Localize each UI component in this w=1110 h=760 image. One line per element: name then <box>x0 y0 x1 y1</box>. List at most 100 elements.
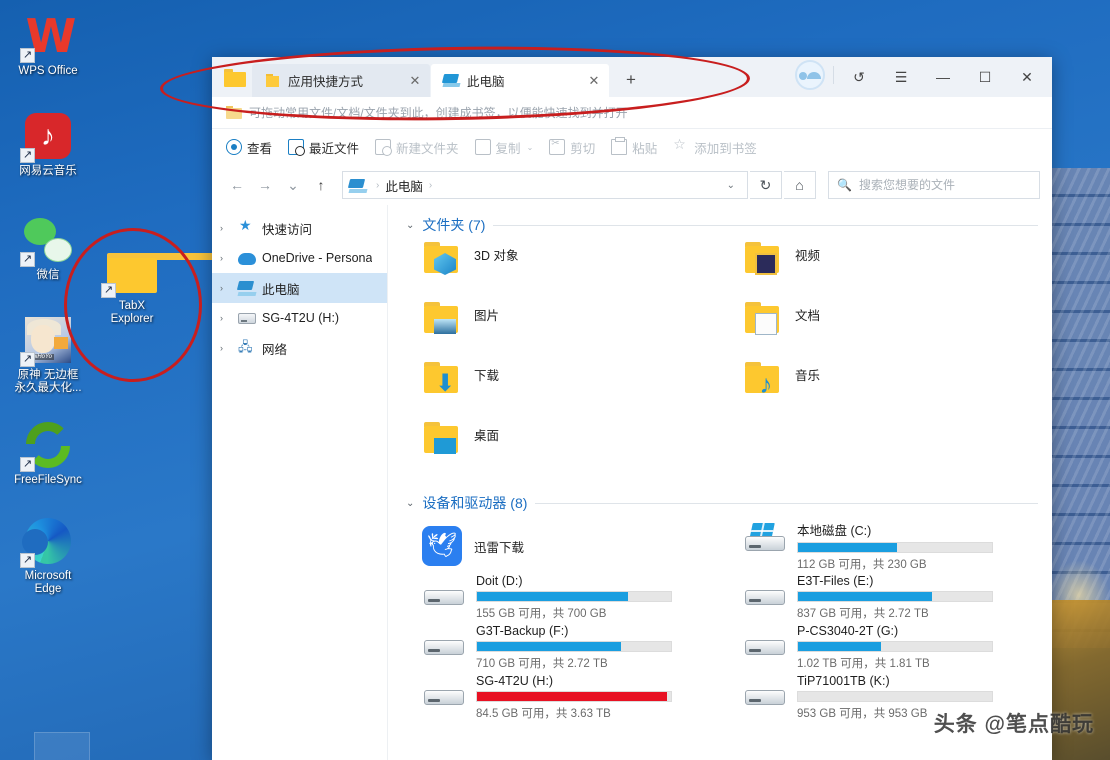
list-item[interactable]: 桌面 <box>406 421 717 481</box>
command-view[interactable]: 查看 <box>226 138 272 157</box>
command-label: 复制 <box>495 141 521 156</box>
desktop-icon-genshin[interactable]: miHoYo 原神 无边框 永久最大化... <box>0 308 96 399</box>
taskbar-peek <box>34 732 90 760</box>
address-dropdown-icon[interactable]: ⌄ <box>721 180 741 191</box>
menu-icon[interactable]: ☰ <box>880 60 922 94</box>
recent-file-icon <box>288 139 306 156</box>
minimize-button[interactable]: — <box>922 60 964 94</box>
sidebar-item-network[interactable]: › 网络 <box>212 333 387 363</box>
desktop-icon-microsoft-edge[interactable]: Microsoft Edge <box>0 509 96 600</box>
thunder-download-icon: 🕊 <box>422 526 462 566</box>
tab-close-icon[interactable]: ✕ <box>585 72 603 90</box>
forward-button[interactable]: → <box>252 172 278 198</box>
tab-this-pc[interactable]: 此电脑 ✕ <box>431 64 609 97</box>
refresh-button[interactable]: ↻ <box>750 171 782 199</box>
desktop-icon-wps-office[interactable]: W WPS Office <box>0 4 96 82</box>
chevron-right-icon[interactable]: › <box>220 313 232 323</box>
chevron-right-icon[interactable]: › <box>220 283 232 293</box>
item-label: 文档 <box>795 309 821 323</box>
account-avatar-icon[interactable] <box>795 60 825 90</box>
group-header-devices[interactable]: ⌄ 设备和驱动器 (8) <box>406 493 1038 513</box>
recent-locations-button[interactable]: ⌄ <box>280 172 306 198</box>
sidebar-item-onedrive[interactable]: › OneDrive - Persona <box>212 243 387 273</box>
list-item[interactable]: 🕊 迅雷下载 <box>406 519 717 573</box>
home-button[interactable]: ⌂ <box>784 171 816 199</box>
back-button[interactable]: ← <box>224 172 250 198</box>
list-item[interactable]: ⬇ 下载 <box>406 361 717 421</box>
tab-label: 此电脑 <box>467 75 505 89</box>
list-item[interactable]: 文档 <box>727 301 1038 361</box>
group-header-folders[interactable]: ⌄ 文件夹 (7) <box>406 215 1038 235</box>
command-label: 粘贴 <box>632 141 658 156</box>
command-cut[interactable]: 剪切 <box>549 138 595 157</box>
close-button[interactable]: ✕ <box>1006 60 1048 94</box>
search-input[interactable] <box>858 178 1031 192</box>
command-recent-files[interactable]: 最近文件 <box>288 138 359 157</box>
capacity-bar <box>476 591 672 602</box>
desktop-icon-tabx-explorer[interactable]: TabX Explorer <box>84 243 285 330</box>
this-pc-icon <box>347 178 368 193</box>
command-add-bookmark[interactable]: 添加到书签 <box>673 136 757 157</box>
folder-music-icon: ♪ <box>743 361 783 399</box>
desktop-icon-netease-music[interactable]: ♪ 网易云音乐 <box>0 104 96 182</box>
address-breadcrumb-bar[interactable]: › 此电脑 › ⌄ <box>342 171 748 199</box>
netease-music-icon: ♪ <box>20 110 74 163</box>
search-box[interactable]: 🔍 <box>828 171 1040 199</box>
copy-icon <box>474 139 491 155</box>
command-bar: 查看 最近文件 新建文件夹 复制 ⌄ 剪切 粘贴 <box>212 129 1052 165</box>
command-new-folder[interactable]: 新建文件夹 <box>375 138 459 157</box>
item-label: G3T-Backup (F:) <box>476 624 569 638</box>
breadcrumb-this-pc[interactable]: 此电脑 <box>385 176 423 195</box>
list-item[interactable]: G3T-Backup (F:) 710 GB 可用，共 2.72 TB <box>406 623 717 673</box>
list-item[interactable]: Doit (D:) 155 GB 可用，共 700 GB <box>406 573 717 623</box>
command-label: 剪切 <box>570 141 596 156</box>
sidebar-item-this-pc[interactable]: › 此电脑 <box>212 273 387 303</box>
list-item[interactable]: E3T-Files (E:) 837 GB 可用，共 2.72 TB <box>727 573 1038 623</box>
item-label: 桌面 <box>474 429 500 443</box>
desktop-icon-wechat[interactable]: 微信 <box>0 208 96 286</box>
undo-icon[interactable]: ↺ <box>838 60 880 94</box>
capacity-text: 84.5 GB 可用，共 3.63 TB <box>476 708 611 720</box>
list-item[interactable]: 本地磁盘 (C:) 112 GB 可用，共 230 GB <box>727 519 1038 571</box>
folder-desktop-icon <box>422 421 462 459</box>
shortcut-arrow-icon <box>20 252 35 267</box>
sidebar-item-quick-access[interactable]: › 快速访问 <box>212 213 387 243</box>
up-button[interactable]: ↑ <box>308 172 334 198</box>
drive-icon <box>743 623 787 661</box>
list-item[interactable]: SG-4T2U (H:) 84.5 GB 可用，共 3.63 TB <box>406 673 717 723</box>
chevron-right-icon[interactable]: › <box>220 223 232 233</box>
sidebar-item-label: OneDrive - Persona <box>262 251 373 265</box>
drive-icon <box>743 573 787 611</box>
breadcrumb-separator-icon[interactable]: › <box>429 180 432 191</box>
list-item[interactable]: 图片 <box>406 301 717 361</box>
bookmark-bar[interactable]: 可拖动常用文件/文档/文件夹到此，创建成书签，以便能快速找到并打开 <box>212 97 1052 129</box>
capacity-bar <box>797 691 993 702</box>
tab-close-icon[interactable]: ✕ <box>406 72 424 90</box>
list-item[interactable]: P-CS3040-2T (G:) 1.02 TB 可用，共 1.81 TB <box>727 623 1038 673</box>
tab-app-shortcuts[interactable]: 应用快捷方式 ✕ <box>252 64 430 97</box>
command-label: 新建文件夹 <box>396 141 459 156</box>
capacity-text: 112 GB 可用，共 230 GB <box>797 559 927 571</box>
window-body: › 快速访问 › OneDrive - Persona › 此电脑 › <box>212 205 1052 760</box>
chevron-right-icon[interactable]: › <box>220 253 232 263</box>
drive-icon <box>422 673 466 711</box>
drive-icon <box>422 623 466 661</box>
command-copy[interactable]: 复制 ⌄ <box>474 138 533 157</box>
sidebar-item-label: 快速访问 <box>262 222 313 237</box>
list-item[interactable]: 视频 <box>727 241 1038 301</box>
item-label: P-CS3040-2T (G:) <box>797 624 899 638</box>
desktop-icon-label: Microsoft Edge <box>24 570 72 595</box>
list-item[interactable]: 3D 对象 <box>406 241 717 301</box>
chevron-right-icon[interactable]: › <box>220 343 232 353</box>
new-tab-button[interactable]: + <box>616 65 646 95</box>
chevron-down-icon[interactable]: ⌄ <box>406 498 414 509</box>
search-icon: 🔍 <box>837 178 852 192</box>
drive-icon <box>238 310 256 326</box>
command-paste[interactable]: 粘贴 <box>611 137 658 157</box>
desktop-icon-freefilesync[interactable]: FreeFileSync <box>0 413 96 491</box>
sidebar-item-sg4t2u[interactable]: › SG-4T2U (H:) <box>212 303 387 333</box>
devices-grid: 🕊 迅雷下载 本地磁盘 (C:) 112 GB 可用，共 230 GB Doit… <box>406 519 1038 723</box>
chevron-down-icon[interactable]: ⌄ <box>406 220 414 231</box>
maximize-button[interactable]: ☐ <box>964 60 1006 94</box>
list-item[interactable]: ♪ 音乐 <box>727 361 1038 421</box>
